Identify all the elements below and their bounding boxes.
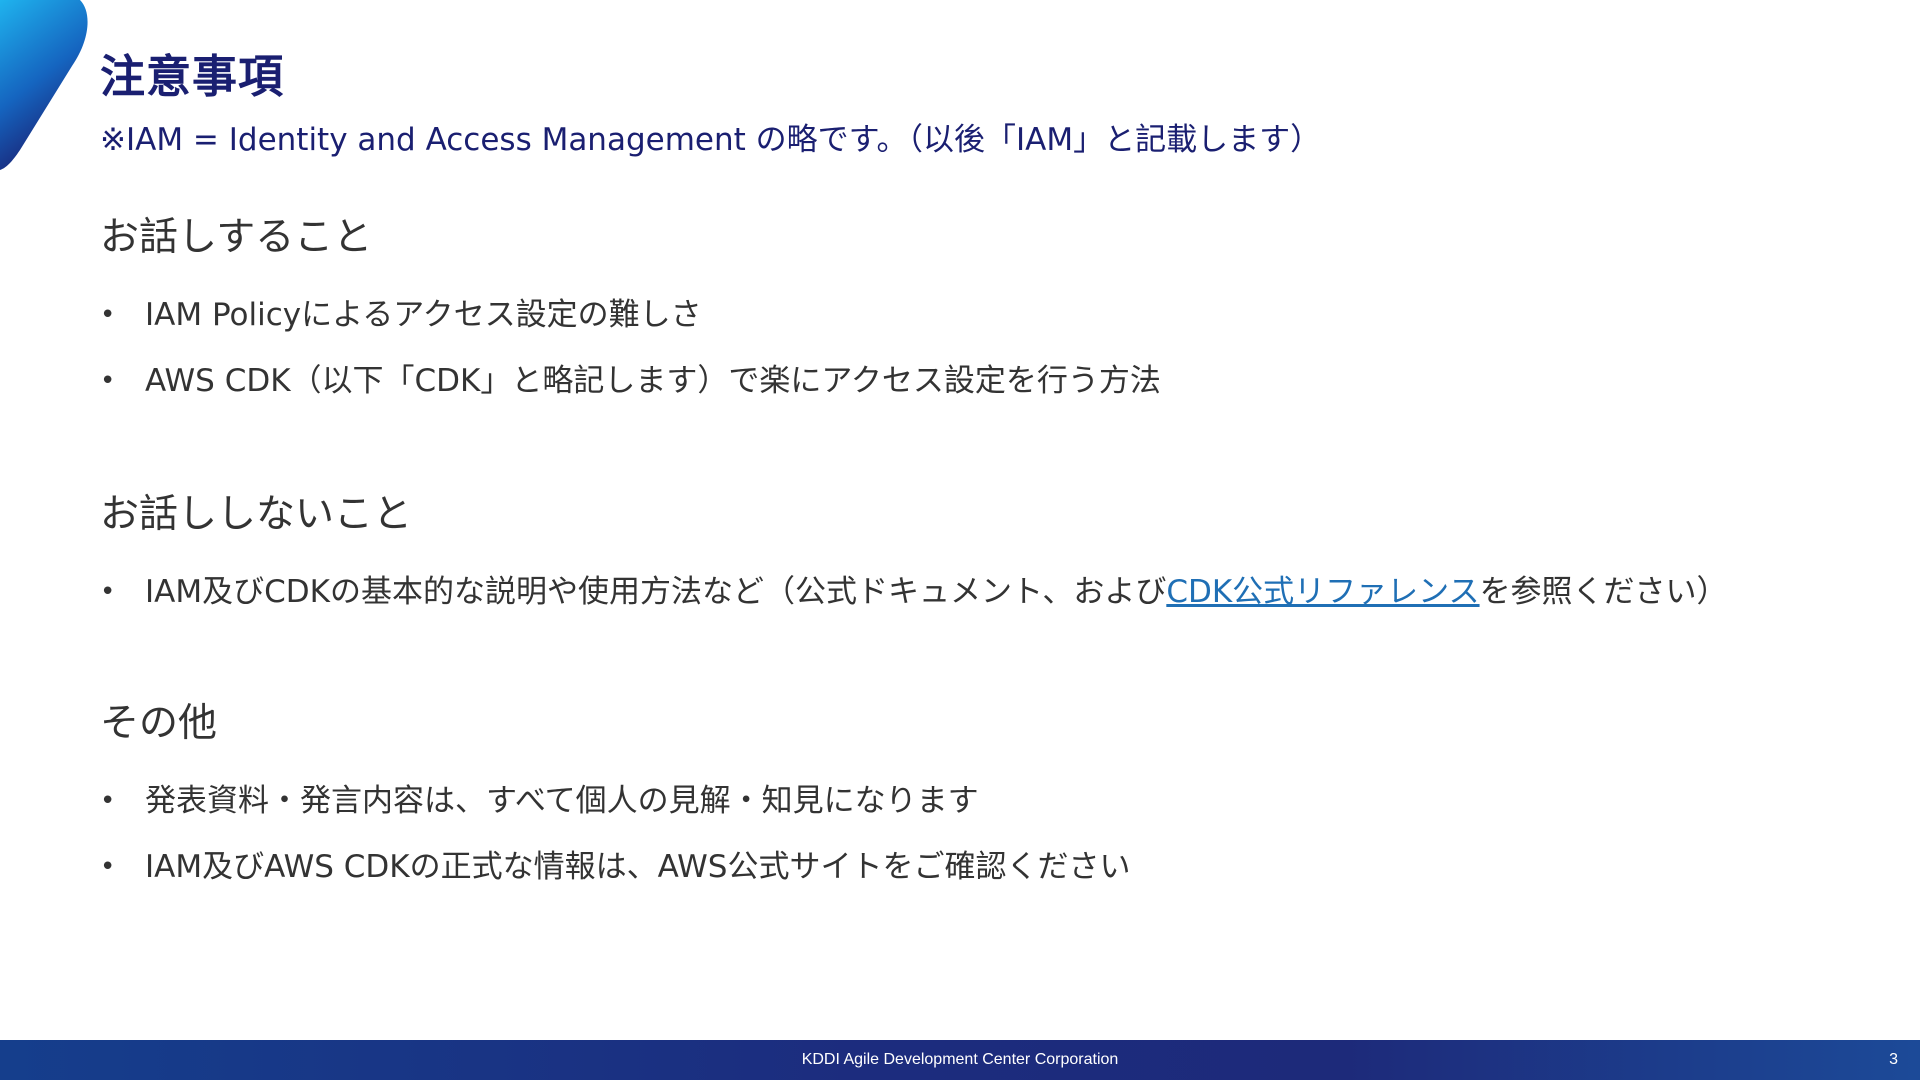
section-out-of-scope: お話ししないこと • IAM及びCDKの基本的な説明や使用方法など（公式ドキュメ…	[100, 483, 1728, 625]
corner-accent-shape	[0, 0, 88, 170]
list-item: • IAM及びAWS CDKの正式な情報は、AWS公式サイトをご確認ください	[100, 834, 1130, 900]
bullet-list: • IAM Policyによるアクセス設定の難しさ • AWS CDK（以下「C…	[100, 282, 1161, 414]
bullet-marker: •	[100, 366, 116, 396]
bullet-marker: •	[100, 786, 116, 816]
list-item: • 発表資料・発言内容は、すべて個人の見解・知見になります	[100, 768, 1130, 834]
page-number: 3	[1889, 1051, 1898, 1068]
bullet-text: 発表資料・発言内容は、すべて個人の見解・知見になります	[145, 783, 979, 819]
section-heading: その他	[100, 701, 218, 746]
bullet-text-after: を参照ください）	[1479, 574, 1728, 610]
page-subtitle: ※IAM = Identity and Access Management の略…	[100, 122, 1322, 158]
bullet-text: AWS CDK（以下「CDK」と略記します）で楽にアクセス設定を行う方法	[145, 363, 1161, 399]
section-heading: お話しすること	[100, 215, 373, 260]
list-item: • IAM及びCDKの基本的な説明や使用方法など（公式ドキュメント、およびCDK…	[100, 559, 1728, 625]
bullet-text: IAM及びAWS CDKの正式な情報は、AWS公式サイトをご確認ください	[145, 849, 1131, 885]
list-item: • IAM Policyによるアクセス設定の難しさ	[100, 282, 1161, 348]
section-topics: お話しすること • IAM Policyによるアクセス設定の難しさ • AWS …	[100, 206, 1161, 414]
footer-company-name: KDDI Agile Development Center Corporatio…	[801, 1051, 1119, 1068]
section-heading: お話ししないこと	[100, 492, 413, 537]
bullet-text: IAM Policyによるアクセス設定の難しさ	[145, 297, 702, 333]
bullet-list: • 発表資料・発言内容は、すべて個人の見解・知見になります • IAM及びAWS…	[100, 768, 1130, 900]
page-title: 注意事項	[100, 50, 285, 103]
section-other: その他 • 発表資料・発言内容は、すべて個人の見解・知見になります • IAM及…	[100, 692, 1130, 900]
bullet-text: IAM及びCDKの基本的な説明や使用方法など（公式ドキュメント、および	[145, 574, 1167, 610]
cdk-reference-link[interactable]: CDK公式リファレンス	[1166, 574, 1479, 610]
slide: 注意事項 ※IAM = Identity and Access Manageme…	[0, 0, 1920, 1080]
list-item: • AWS CDK（以下「CDK」と略記します）で楽にアクセス設定を行う方法	[100, 348, 1161, 414]
bullet-list: • IAM及びCDKの基本的な説明や使用方法など（公式ドキュメント、およびCDK…	[100, 559, 1728, 625]
footer-bar: KDDI Agile Development Center Corporatio…	[0, 1040, 1920, 1080]
bullet-marker: •	[100, 852, 116, 882]
bullet-marker: •	[100, 577, 116, 607]
bullet-marker: •	[100, 300, 116, 330]
